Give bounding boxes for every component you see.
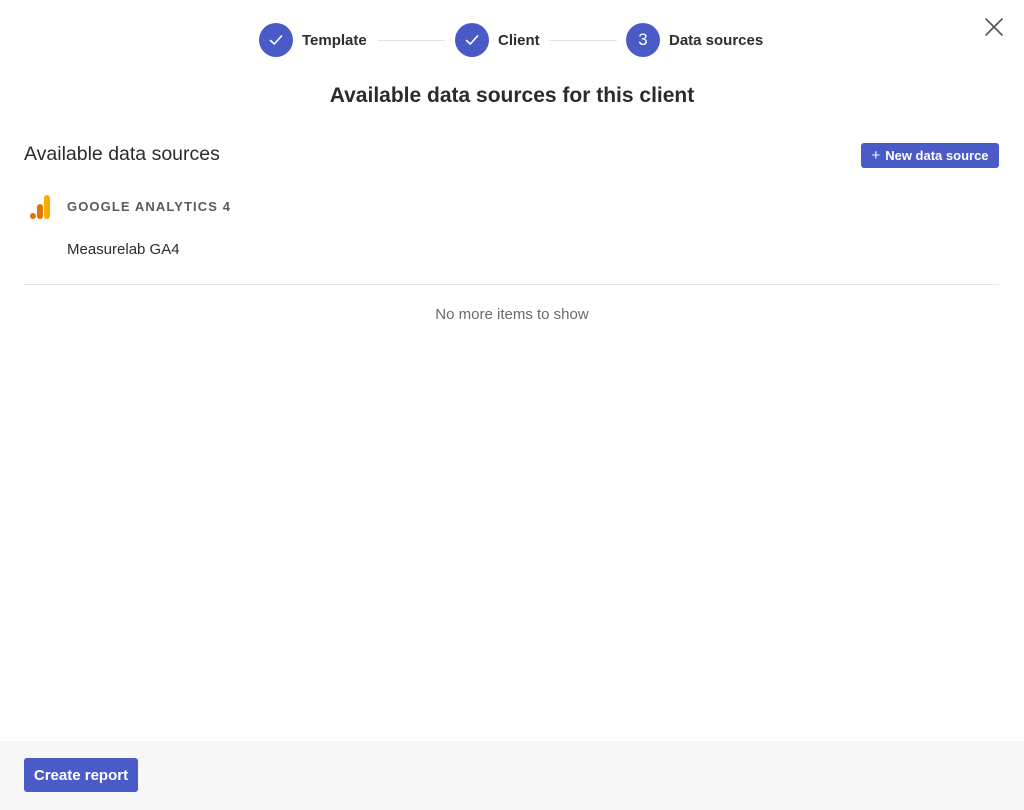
new-data-source-button[interactable]: + New data source (861, 143, 999, 168)
stepper: Template Client 3 Data sources (0, 23, 1024, 57)
step-template-label: Template (302, 31, 367, 49)
create-report-modal: Template Client 3 Data sources Available… (0, 0, 1024, 810)
step-connector (549, 40, 617, 41)
close-icon (985, 18, 1003, 36)
google-analytics-icon (30, 195, 50, 219)
step-data-sources-label: Data sources (669, 31, 764, 49)
data-source-item[interactable]: Measurelab GA4 (67, 241, 180, 258)
plus-icon: + (871, 147, 881, 164)
check-icon (465, 35, 479, 45)
close-button[interactable] (983, 16, 1005, 38)
create-report-button[interactable]: Create report (24, 758, 138, 792)
step-client[interactable]: Client (455, 23, 540, 57)
step-client-circle (455, 23, 489, 57)
new-data-source-label: New data source (885, 148, 989, 163)
step-template-circle (259, 23, 293, 57)
section-title: Available data sources (24, 143, 220, 165)
empty-state-note: No more items to show (435, 306, 589, 323)
step-connector (378, 40, 445, 41)
step-number: 3 (626, 23, 660, 57)
step-template[interactable]: Template (259, 23, 367, 57)
divider (24, 284, 999, 285)
step-data-sources[interactable]: 3 Data sources (626, 23, 763, 57)
step-client-label: Client (498, 31, 540, 49)
page-title: Available data sources for this client (329, 84, 695, 107)
check-icon (269, 35, 283, 45)
footer: Create report (0, 741, 1024, 810)
provider-name: GOOGLE ANALYTICS 4 (67, 199, 232, 214)
